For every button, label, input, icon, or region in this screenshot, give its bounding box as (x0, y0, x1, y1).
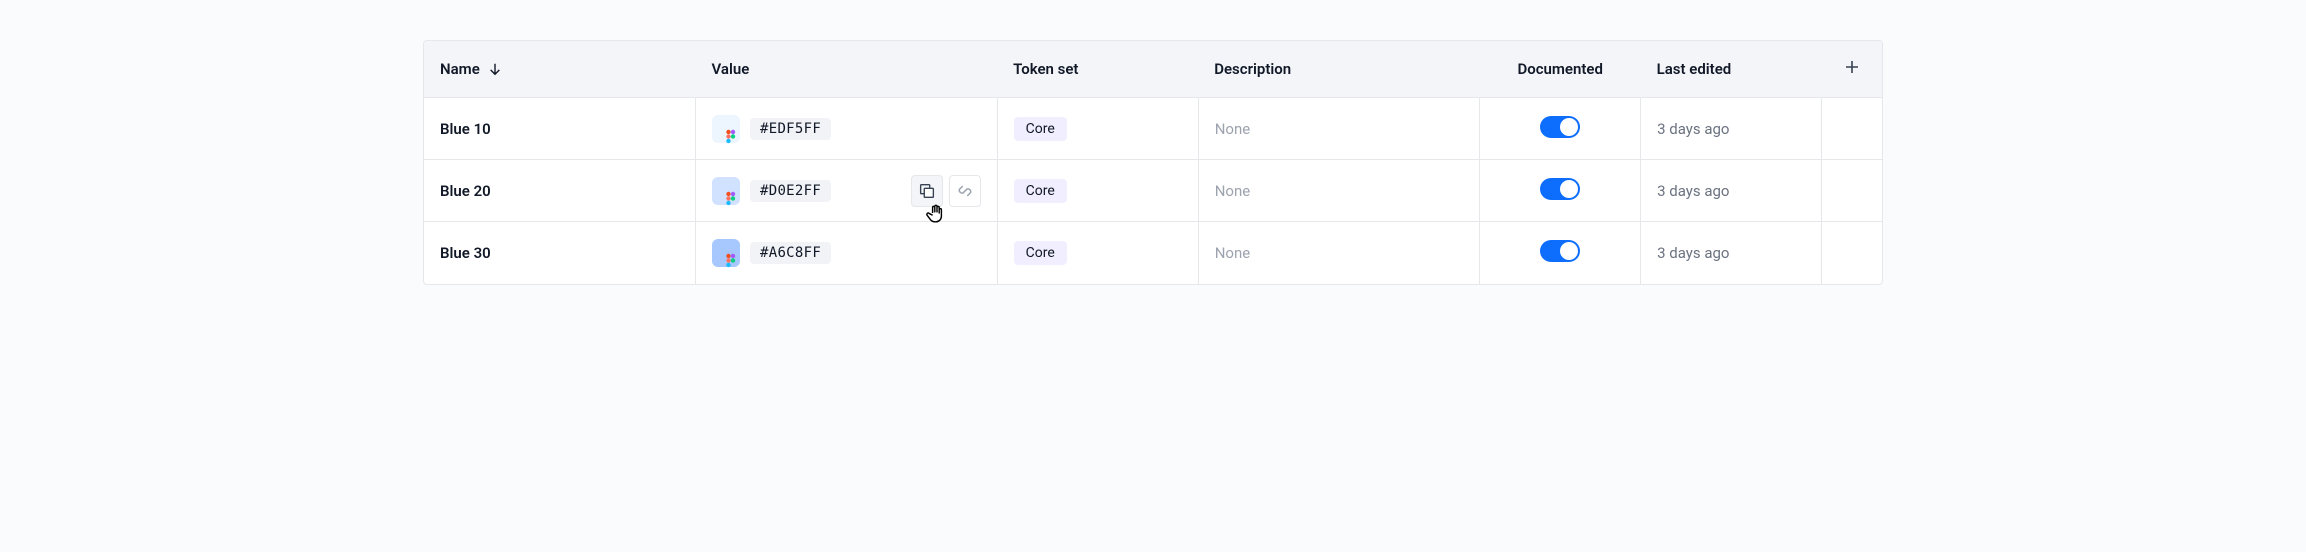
cell-actions (1822, 222, 1882, 284)
column-header-name[interactable]: Name (424, 41, 695, 98)
token-set-chip[interactable]: Core (1014, 179, 1067, 203)
cell-lastedited: 3 days ago (1641, 160, 1822, 222)
table-header-row: Name Value Token set Description Documen… (424, 41, 1882, 98)
copy-icon (917, 181, 937, 201)
cell-name: Blue 20 (424, 160, 695, 222)
cell-actions (1822, 160, 1882, 222)
cell-description[interactable]: None (1198, 160, 1480, 222)
column-header-value[interactable]: Value (695, 41, 997, 98)
link-icon (955, 181, 975, 201)
cell-description[interactable]: None (1198, 222, 1480, 284)
column-label: Documented (1517, 60, 1603, 78)
color-swatch[interactable] (712, 239, 740, 267)
link-button[interactable] (949, 175, 981, 207)
cell-lastedited: 3 days ago (1641, 98, 1822, 160)
cell-value: #D0E2FF (695, 160, 997, 222)
cell-actions (1822, 98, 1882, 160)
cell-lastedited: 3 days ago (1641, 222, 1822, 284)
cell-tokenset: Core (997, 222, 1198, 284)
table-row[interactable]: Blue 30 #A6C8FF Core None 3 days ago (424, 222, 1882, 284)
figma-icon (724, 189, 738, 207)
figma-icon (724, 127, 738, 145)
cell-value: #EDF5FF (695, 98, 997, 160)
cell-documented (1480, 98, 1641, 160)
column-label: Name (440, 60, 480, 78)
cell-name: Blue 10 (424, 98, 695, 160)
documented-toggle[interactable] (1540, 178, 1580, 200)
cell-value: #A6C8FF (695, 222, 997, 284)
token-table-card: Name Value Token set Description Documen… (423, 40, 1883, 285)
row-actions (911, 175, 981, 207)
column-label: Value (711, 60, 749, 78)
color-swatch[interactable] (712, 115, 740, 143)
hand-cursor-icon (926, 202, 948, 224)
column-label: Token set (1013, 60, 1078, 78)
cell-documented (1480, 160, 1641, 222)
documented-toggle[interactable] (1540, 240, 1580, 262)
token-set-chip[interactable]: Core (1014, 241, 1067, 265)
column-header-lastedited[interactable]: Last edited (1641, 41, 1822, 98)
token-table: Name Value Token set Description Documen… (424, 41, 1882, 284)
table-row[interactable]: Blue 10 #EDF5FF Core None 3 days ago (424, 98, 1882, 160)
column-header-tokenset[interactable]: Token set (997, 41, 1198, 98)
column-header-add[interactable] (1822, 41, 1882, 98)
plus-icon (1844, 59, 1860, 75)
column-label: Last edited (1657, 60, 1732, 78)
cell-documented (1480, 222, 1641, 284)
column-label: Description (1214, 60, 1291, 78)
cell-name: Blue 30 (424, 222, 695, 284)
cell-tokenset: Core (997, 160, 1198, 222)
hex-value[interactable]: #D0E2FF (750, 180, 831, 202)
table-row[interactable]: Blue 20 #D0E2FF Core None 3 days ago (424, 160, 1882, 222)
cell-description[interactable]: None (1198, 98, 1480, 160)
copy-button[interactable] (911, 175, 943, 207)
color-swatch[interactable] (712, 177, 740, 205)
documented-toggle[interactable] (1540, 116, 1580, 138)
sort-desc-icon (488, 62, 502, 76)
column-header-documented[interactable]: Documented (1480, 41, 1641, 98)
hex-value[interactable]: #A6C8FF (750, 242, 831, 264)
hex-value[interactable]: #EDF5FF (750, 118, 831, 140)
column-header-description[interactable]: Description (1198, 41, 1480, 98)
figma-icon (724, 251, 738, 269)
cell-tokenset: Core (997, 98, 1198, 160)
token-set-chip[interactable]: Core (1014, 117, 1067, 141)
